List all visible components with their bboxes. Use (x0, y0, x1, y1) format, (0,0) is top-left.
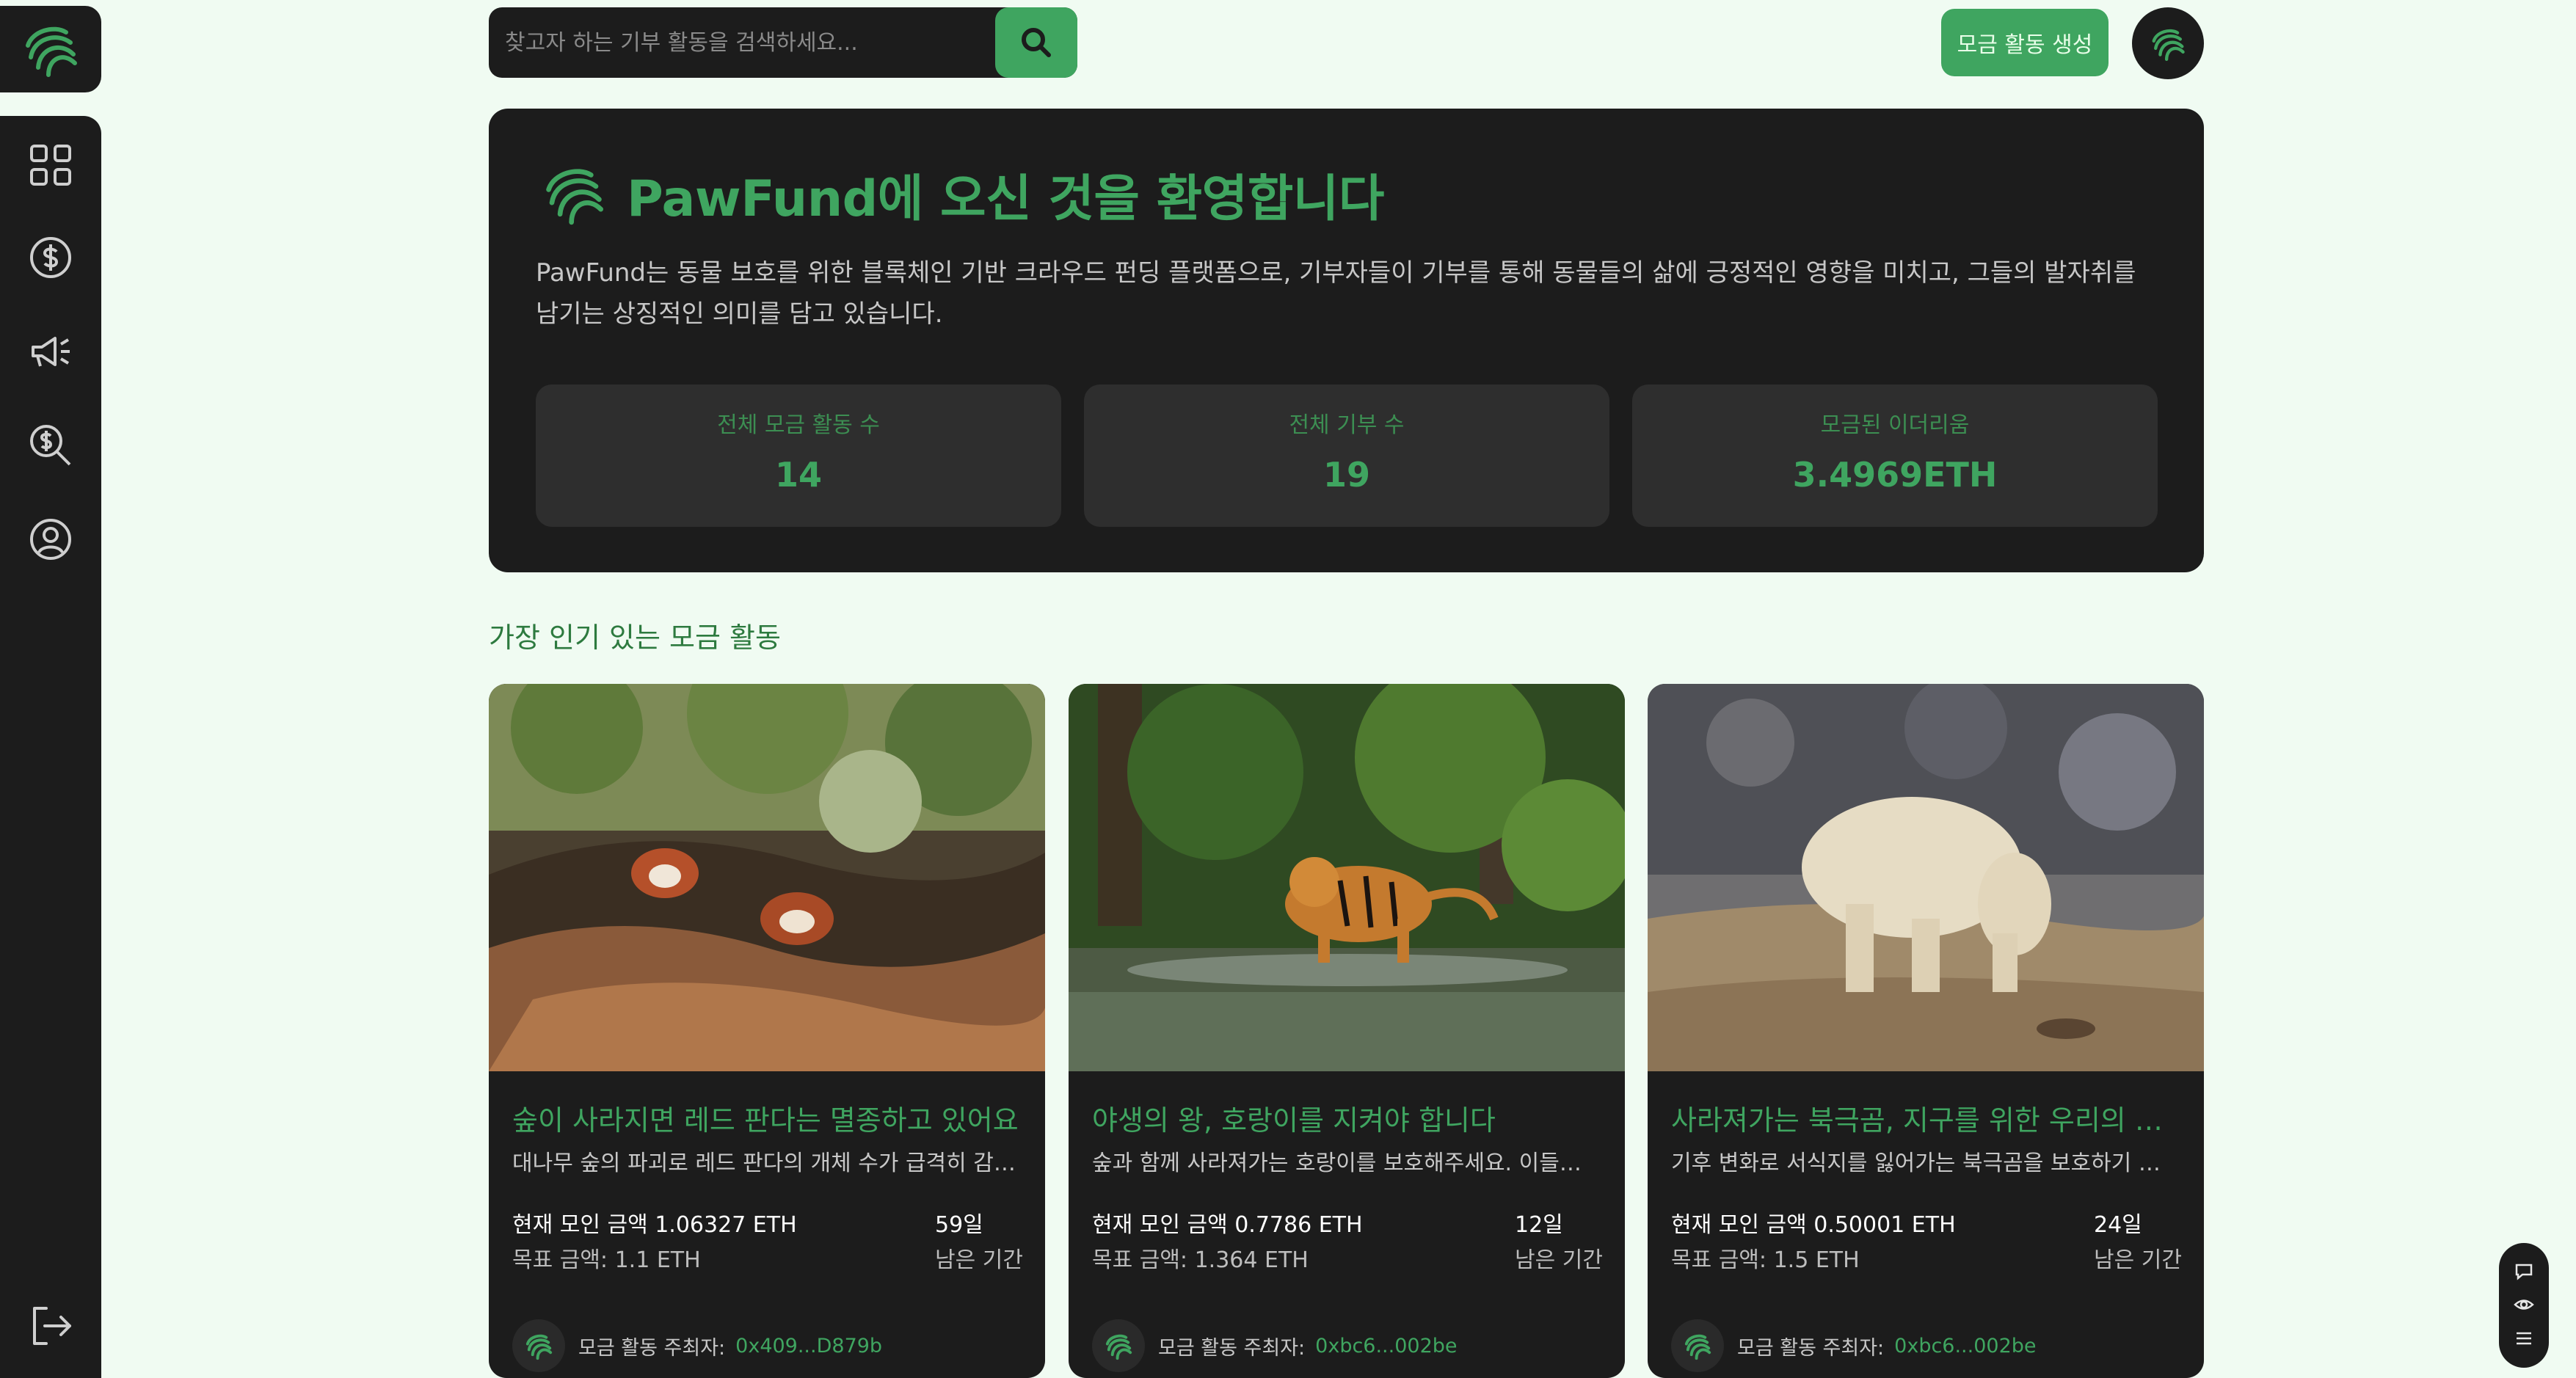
campaign-card[interactable]: 야생의 왕, 호랑이를 지켜야 합니다 숲과 함께 사라져가는 호랑이를 보호해… (1069, 684, 1625, 1378)
pawfund-logo-icon (2152, 29, 2185, 61)
campaign-days-label: 남은 기간 (1515, 1247, 1603, 1273)
owner-avatar (512, 1319, 565, 1372)
campaign-description: 숲과 함께 사라져가는 호랑이를 보호해주세요. 이들이 살아갈 터전을 지켜주… (1092, 1151, 1601, 1176)
pawfund-logo-icon (546, 169, 603, 225)
campaign-raised: 현재 모인 금액 0.50001 ETH (1671, 1212, 1956, 1238)
stat-value: 19 (1322, 455, 1370, 495)
sidebar-logo[interactable] (0, 6, 101, 92)
campaign-image-tiger (1069, 684, 1625, 1071)
stat-label: 모금된 이더리움 (1820, 412, 1970, 438)
dollar-coin-icon[interactable] (23, 230, 78, 285)
search-button[interactable] (995, 7, 1077, 78)
campaign-image-red-pandas (489, 684, 1045, 1071)
campaign-image-polar-bear (1648, 684, 2204, 1071)
campaign-title[interactable]: 숲이 사라지면 레드 판다는 멸종하고 있어요 (512, 1098, 1026, 1138)
sidebar (0, 116, 101, 1378)
hero-title: PawFund에 오신 것을 환영합니다 (537, 157, 1384, 230)
campaign-description: 기후 변화로 서식지를 잃어가는 북극곰을 보호하기 위해 함께해주세요 (1671, 1151, 2180, 1176)
search-input[interactable] (489, 29, 988, 56)
campaign-goal: 목표 금액: 1.364 ETH (1092, 1247, 1309, 1273)
campaign-days-left: 24일 (2094, 1212, 2142, 1238)
pawfund-logo-icon (26, 26, 77, 77)
campaign-days-label: 남은 기간 (2094, 1247, 2182, 1273)
floating-toolbar (2499, 1243, 2549, 1368)
owner-label: 모금 활동 주최자: (1158, 1336, 1306, 1360)
campaign-raised: 현재 모인 금액 1.06327 ETH (512, 1212, 797, 1238)
campaign-owner: 모금 활동 주최자: 0xbc6...002be (1671, 1319, 2037, 1372)
owner-label: 모금 활동 주최자: (1737, 1336, 1885, 1360)
owner-avatar (1671, 1319, 1724, 1372)
campaign-days-left: 12일 (1515, 1212, 1563, 1238)
campaign-goal: 목표 금액: 1.1 ETH (512, 1247, 701, 1273)
campaign-goal: 목표 금액: 1.5 ETH (1671, 1247, 1860, 1273)
user-profile-icon[interactable] (23, 512, 78, 566)
stat-eth-raised: 모금된 이더리움 3.4969ETH (1632, 384, 2158, 527)
campaign-card[interactable]: 사라져가는 북극곰, 지구를 위한 우리의 약속 기후 변화로 서식지를 잃어가… (1648, 684, 2204, 1378)
owner-label: 모금 활동 주최자: (578, 1336, 726, 1360)
owner-address[interactable]: 0x409...D879b (735, 1335, 882, 1357)
search-dollar-icon[interactable] (23, 418, 78, 473)
owner-address[interactable]: 0xbc6...002be (1894, 1335, 2036, 1357)
search-icon (1022, 28, 1051, 57)
hero-heading: PawFund에 오신 것을 환영합니다 (627, 169, 1384, 228)
logout-icon[interactable] (23, 1299, 78, 1353)
pawfund-logo-icon (1105, 1334, 1132, 1360)
pawfund-logo-icon (525, 1334, 553, 1360)
campaign-owner: 모금 활동 주최자: 0xbc6...002be (1092, 1319, 1458, 1372)
campaign-days-label: 남은 기간 (935, 1247, 1023, 1273)
eye-icon[interactable] (2512, 1293, 2536, 1316)
stat-label: 전체 기부 수 (1289, 412, 1405, 438)
hero-description: PawFund는 동물 보호를 위한 블록체인 기반 크라우드 펀딩 플랫폼으로… (536, 258, 2136, 329)
create-campaign-button[interactable]: 모금 활동 생성 (1941, 9, 2109, 76)
stat-label: 전체 모금 활동 수 (717, 412, 880, 438)
welcome-hero: PawFund에 오신 것을 환영합니다 PawFund는 동물 보호를 위한 … (489, 109, 2204, 572)
campaign-description: 대나무 숲의 파괴로 레드 판다의 개체 수가 급격히 감소하고 있습니다 (512, 1151, 1022, 1176)
stat-total-campaigns: 전체 모금 활동 수 14 (536, 384, 1061, 527)
stat-value: 3.4969ETH (1792, 455, 1998, 495)
avatar[interactable] (2132, 7, 2204, 79)
megaphone-icon[interactable] (23, 324, 78, 379)
campaign-owner: 모금 활동 주최자: 0x409...D879b (512, 1319, 882, 1372)
pawfund-logo-icon (1684, 1334, 1711, 1360)
owner-address[interactable]: 0xbc6...002be (1315, 1335, 1457, 1357)
dashboard-grid-icon[interactable] (23, 138, 78, 192)
campaign-days-left: 59일 (935, 1212, 983, 1238)
search-bar (489, 7, 1077, 78)
campaign-title[interactable]: 사라져가는 북극곰, 지구를 위한 우리의 약속 (1671, 1098, 2185, 1138)
owner-avatar (1092, 1319, 1145, 1372)
chat-bubble-icon[interactable] (2512, 1259, 2536, 1283)
popular-section-title: 가장 인기 있는 모금 활동 (489, 621, 781, 654)
list-icon[interactable] (2512, 1327, 2536, 1350)
campaign-title[interactable]: 야생의 왕, 호랑이를 지켜야 합니다 (1092, 1098, 1606, 1138)
stat-value: 14 (774, 455, 822, 495)
campaign-card[interactable]: 숲이 사라지면 레드 판다는 멸종하고 있어요 대나무 숲의 파괴로 레드 판다… (489, 684, 1045, 1378)
stat-total-donations: 전체 기부 수 19 (1084, 384, 1609, 527)
campaign-raised: 현재 모인 금액 0.7786 ETH (1092, 1212, 1363, 1238)
